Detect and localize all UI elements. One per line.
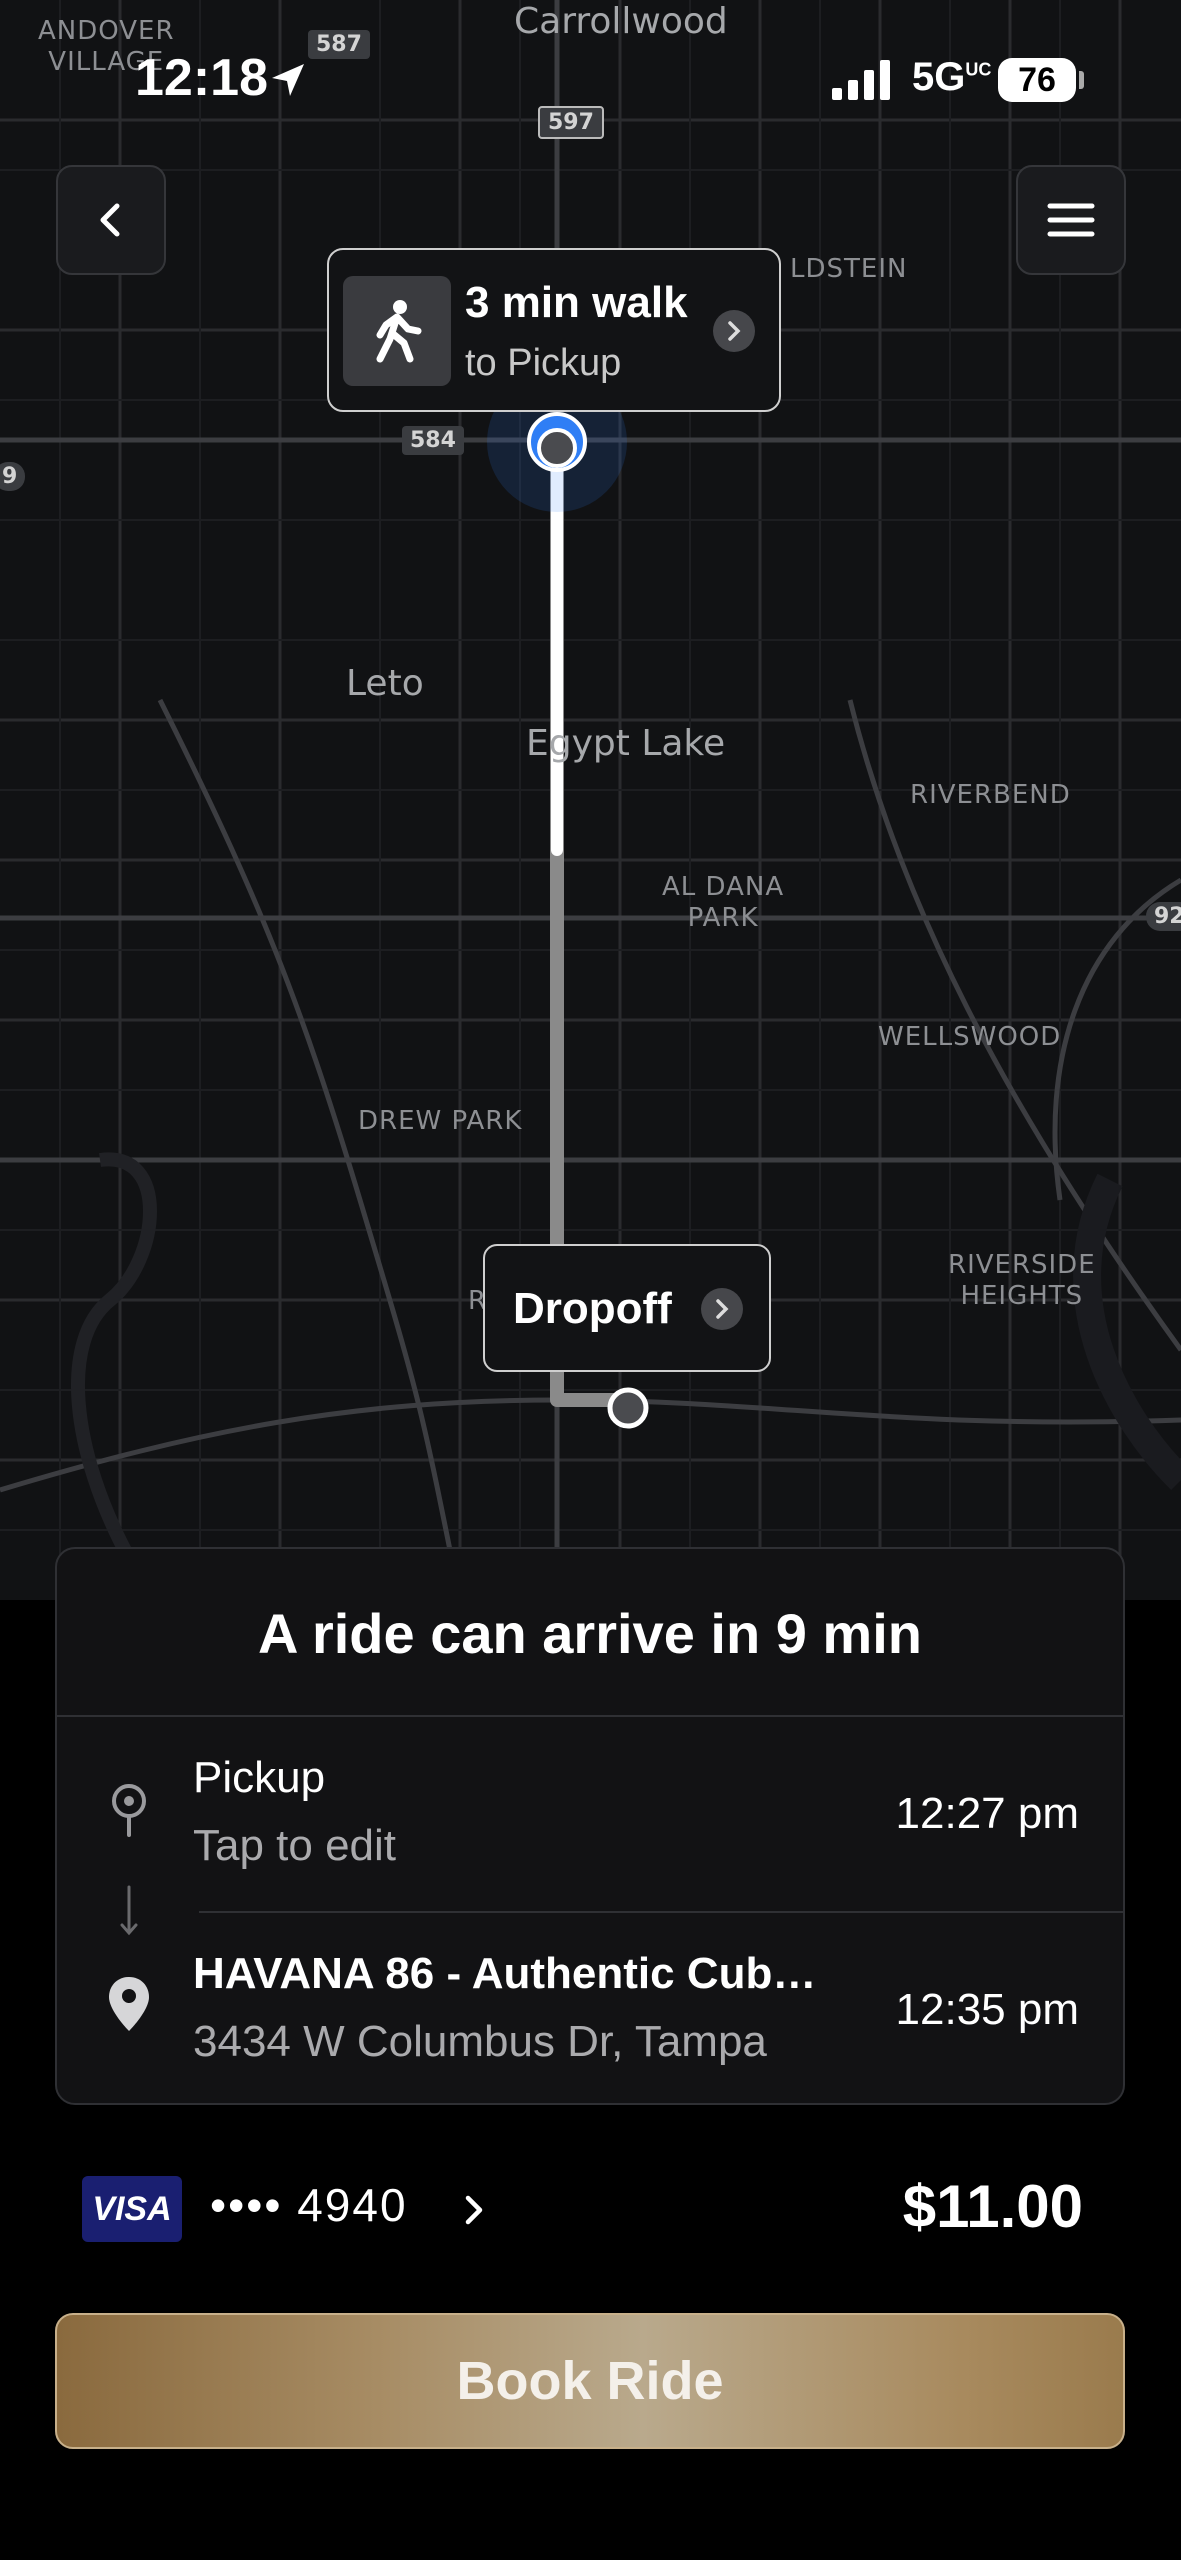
dropoff-time: 12:35 pm [895, 1985, 1079, 2034]
pickup-subtext: Tap to edit [193, 1821, 397, 1870]
card-number: •••• 4940 [210, 2179, 408, 2231]
route-shield-584: 584 [402, 426, 464, 455]
pin-outline-icon [112, 1784, 146, 1837]
walk-subtitle: to Pickup [465, 342, 622, 384]
pin-filled-icon [109, 1977, 149, 2031]
map-label-riverbend: RIVERBEND [910, 780, 1071, 810]
network-type: 5GUC [912, 55, 992, 99]
ride-details-panel: A ride can arrive in 9 min Pickup Tap to… [55, 1547, 1125, 2105]
map-label-wellswood: WELLSWOOD [878, 1022, 1062, 1052]
dropoff-label: Dropoff [513, 1284, 672, 1333]
ride-price: $11.00 [902, 2173, 1083, 2240]
walk-to-pickup-card[interactable]: 3 min walk to Pickup [327, 248, 781, 412]
dropoff-chevron [701, 1288, 743, 1330]
location-arrow-icon [272, 64, 304, 96]
destination-address: 3434 W Columbus Dr, Tampa [193, 2017, 767, 2066]
visa-logo: VISA [82, 2176, 182, 2242]
chevron-right-icon [728, 321, 741, 341]
walk-icon-box [343, 276, 451, 386]
pickup-time: 12:27 pm [895, 1789, 1079, 1838]
status-bar: 12:18 5GUC 76 [0, 0, 1181, 150]
hamburger-menu-icon [1047, 203, 1095, 237]
chevron-right-icon [716, 1299, 729, 1319]
eta-heading: A ride can arrive in 9 min [258, 1602, 922, 1665]
status-time: 12:18 [135, 49, 268, 107]
map-label-al-dana-park: AL DANA PARK [662, 872, 785, 934]
destination-name: HAVANA 86 - Authentic Cub… [193, 1949, 817, 1998]
battery-tip [1079, 71, 1084, 89]
book-ride-button[interactable]: Book Ride [55, 2313, 1125, 2449]
map-label-riverside-heights: RIVERSIDE HEIGHTS [948, 1250, 1096, 1312]
map-label-leto: Leto [346, 663, 424, 704]
dropoff-marker [607, 1387, 649, 1429]
pickup-label: Pickup [193, 1753, 326, 1802]
map-label-egypt-lake: Egypt Lake [526, 723, 726, 764]
walk-chevron [713, 310, 755, 352]
walking-person-icon [376, 300, 422, 363]
map-label-drew-park: DREW PARK [358, 1106, 523, 1136]
menu-button[interactable] [1016, 165, 1126, 275]
back-button[interactable] [56, 165, 166, 275]
pickup-marker [537, 428, 577, 468]
chevron-left-icon [100, 203, 120, 237]
battery-indicator: 76 [998, 58, 1076, 102]
destination-row[interactable]: HAVANA 86 - Authentic Cub… 3434 W Columb… [57, 1913, 1123, 2103]
route-shield-92: 92 [1146, 902, 1181, 931]
map-label-goldstein: LDSTEIN [790, 254, 908, 284]
walk-time: 3 min walk [465, 278, 688, 327]
chevron-right-icon [465, 2195, 483, 2225]
cellular-signal-icon [832, 60, 890, 100]
pickup-row[interactable]: Pickup Tap to edit 12:27 pm [57, 1717, 1123, 1907]
dropoff-card[interactable]: Dropoff [483, 1244, 771, 1372]
